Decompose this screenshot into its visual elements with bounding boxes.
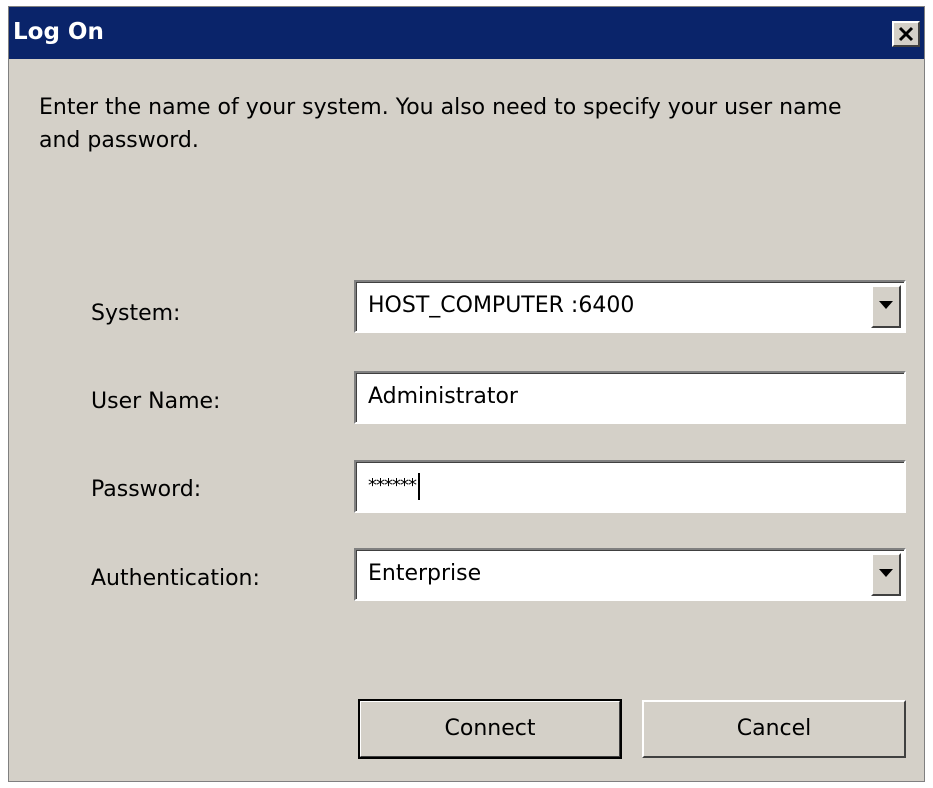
window-title: Log On	[13, 19, 104, 45]
instructions-text: Enter the name of your system. You also …	[39, 95, 842, 153]
system-dropdown-button[interactable]	[871, 285, 901, 328]
user-name-field[interactable]: Administrator	[354, 371, 906, 424]
chevron-down-icon	[879, 301, 893, 309]
authentication-dropdown-button[interactable]	[871, 553, 901, 596]
authentication-label: Authentication:	[91, 566, 260, 591]
system-value: HOST_COMPUTER :6400	[368, 293, 635, 318]
authentication-combobox[interactable]: Enterprise	[354, 548, 906, 601]
log-on-dialog: Log On Enter the name of your system. Yo…	[8, 6, 925, 782]
system-label: System:	[91, 301, 181, 326]
connect-button[interactable]: Connect	[358, 699, 622, 759]
cancel-button[interactable]: Cancel	[642, 700, 906, 758]
password-field[interactable]: ******	[354, 460, 906, 513]
system-combobox[interactable]: HOST_COMPUTER :6400	[354, 280, 906, 333]
title-bar: Log On	[9, 7, 924, 59]
password-label: Password:	[91, 477, 202, 502]
user-name-value: Administrator	[368, 384, 518, 409]
close-x-icon	[898, 26, 914, 42]
password-value: ******	[368, 471, 420, 501]
chevron-down-icon	[879, 569, 893, 577]
password-mask: ******	[368, 475, 417, 496]
user-name-label: User Name:	[91, 389, 221, 414]
close-button[interactable]	[892, 21, 920, 47]
text-cursor	[418, 472, 420, 500]
authentication-value: Enterprise	[368, 561, 482, 586]
